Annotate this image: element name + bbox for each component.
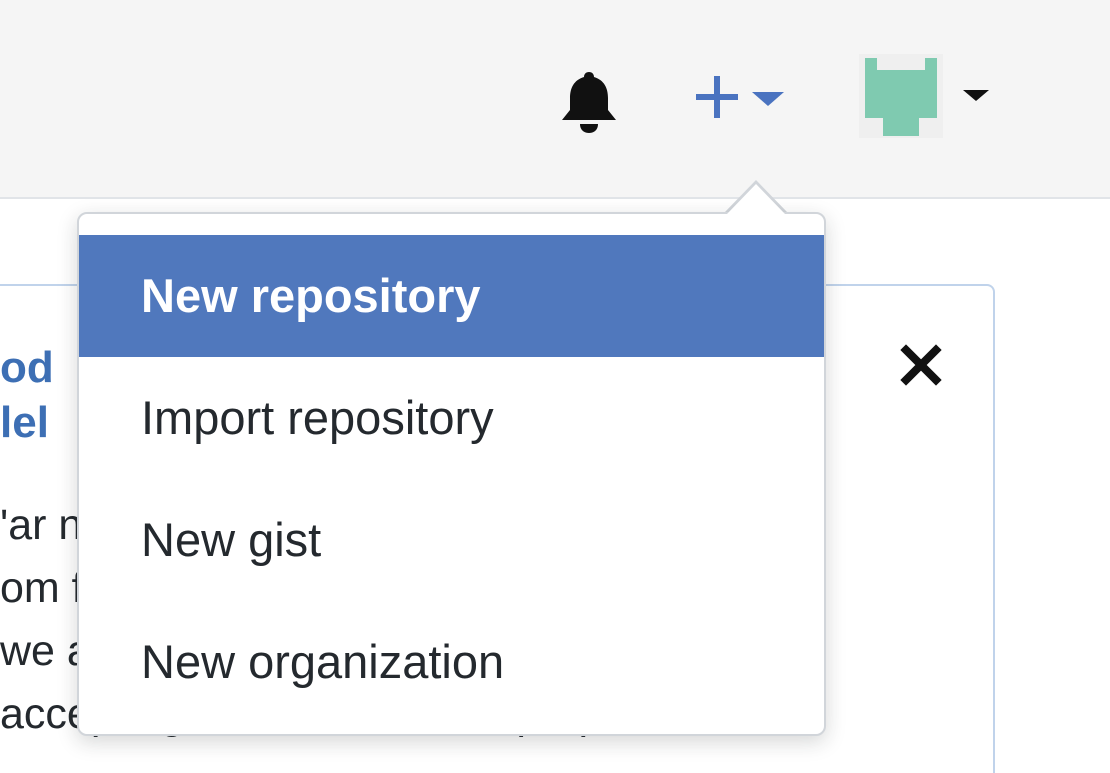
new-menu-button[interactable] xyxy=(690,72,800,122)
new-dropdown-menu: New repository Import repository New gis… xyxy=(77,212,826,736)
bell-icon[interactable] xyxy=(558,68,620,134)
page: od lel 'ar n om feel we are New reposito… xyxy=(0,0,1110,773)
close-icon[interactable] xyxy=(896,340,946,390)
menu-item-import-repository[interactable]: Import repository xyxy=(79,357,824,479)
top-header xyxy=(0,0,1110,199)
menu-item-new-repository[interactable]: New repository xyxy=(79,235,824,357)
caret-down-icon xyxy=(752,92,784,106)
caret-down-icon xyxy=(963,90,989,101)
user-menu-button[interactable] xyxy=(855,52,1005,142)
plus-icon xyxy=(696,76,738,118)
menu-item-new-gist[interactable]: New gist xyxy=(79,479,824,601)
dropdown-caret-fill xyxy=(727,184,785,214)
menu-item-new-organization[interactable]: New organization xyxy=(79,601,824,723)
dropdown-list: New repository Import repository New gis… xyxy=(79,235,824,723)
